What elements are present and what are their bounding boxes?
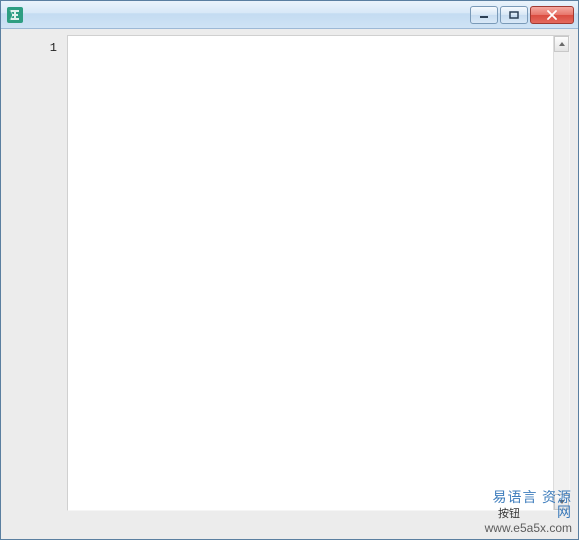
- scrollbar-track[interactable]: [554, 52, 569, 494]
- line-number: 1: [9, 41, 57, 55]
- maximize-button[interactable]: [500, 6, 528, 24]
- app-window: 1 易语言 资源 网 按钮 www.e5a5x.com: [0, 0, 579, 540]
- close-button[interactable]: [530, 6, 574, 24]
- code-editor[interactable]: [67, 35, 570, 511]
- app-icon: [7, 7, 23, 23]
- window-controls: [470, 6, 574, 24]
- minimize-button[interactable]: [470, 6, 498, 24]
- scroll-up-button[interactable]: [554, 36, 569, 52]
- titlebar[interactable]: [1, 1, 578, 29]
- action-button[interactable]: 按钮: [494, 507, 524, 521]
- line-number-gutter: 1: [9, 35, 67, 511]
- scroll-down-button[interactable]: [554, 494, 569, 510]
- client-area: 1 易语言 资源 网 按钮 www.e5a5x.com: [1, 29, 578, 539]
- watermark-url: www.e5a5x.com: [485, 522, 572, 535]
- vertical-scrollbar[interactable]: [553, 36, 569, 510]
